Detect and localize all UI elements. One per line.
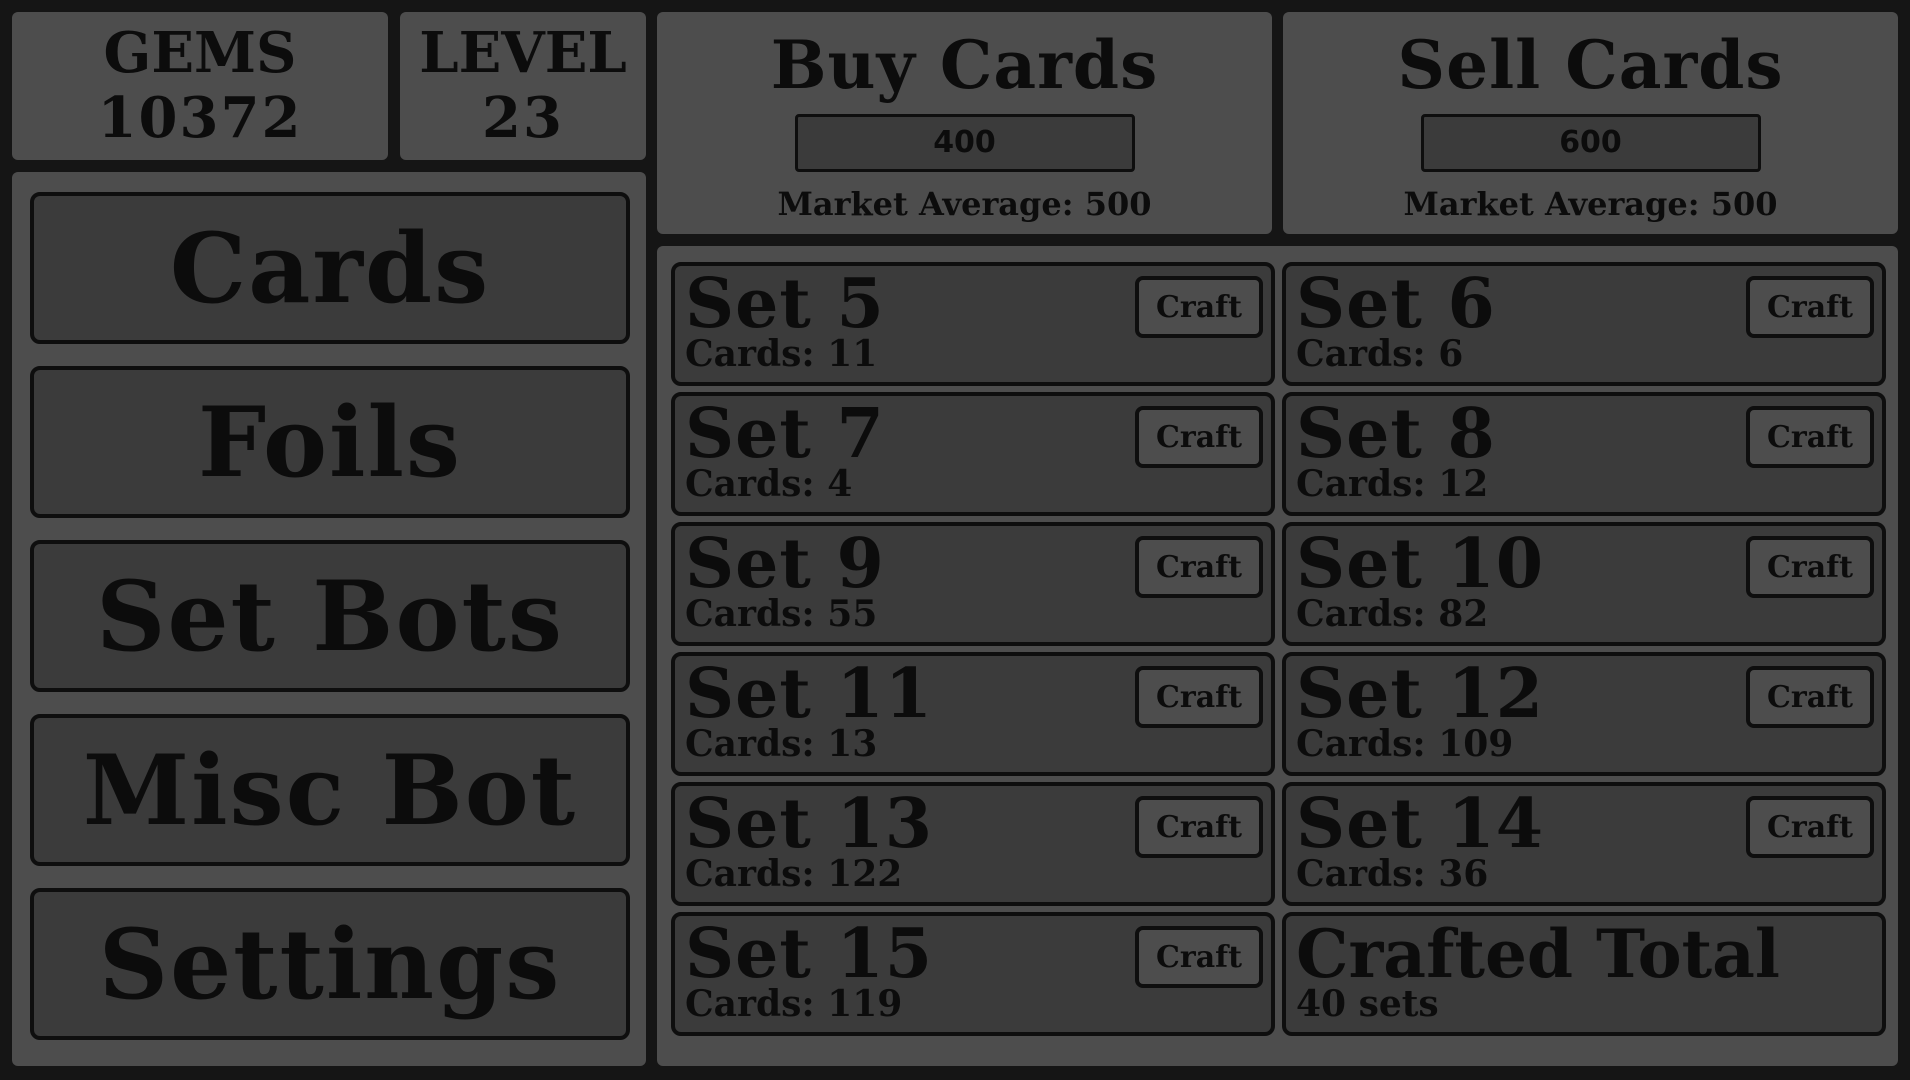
craft-button[interactable]: Craft xyxy=(1135,406,1263,468)
nav-settings-button[interactable]: Settings xyxy=(30,888,630,1040)
set-card-14: Set 14 Cards: 36 Craft xyxy=(1282,782,1886,906)
set-card-count: Cards: 36 xyxy=(1296,853,1489,895)
craft-button[interactable]: Craft xyxy=(1135,276,1263,338)
nav-misc-bot-button[interactable]: Misc Bot xyxy=(30,714,630,866)
set-name: Set 11 xyxy=(685,654,934,734)
craft-button[interactable]: Craft xyxy=(1746,406,1874,468)
sell-price-input[interactable]: 600 xyxy=(1420,114,1761,172)
crafted-total-card: Crafted Total 40 sets xyxy=(1282,912,1886,1036)
set-card-count: Cards: 4 xyxy=(685,463,853,505)
set-name: Set 13 xyxy=(685,784,934,864)
level-label: LEVEL xyxy=(419,20,627,86)
nav-set-bots-button[interactable]: Set Bots xyxy=(30,540,630,692)
set-name: Set 12 xyxy=(1296,654,1545,734)
craft-button[interactable]: Craft xyxy=(1746,796,1874,858)
set-card-5: Set 5 Cards: 11 Craft xyxy=(671,262,1275,386)
set-name: Set 5 xyxy=(685,264,885,344)
set-card-6: Set 6 Cards: 6 Craft xyxy=(1282,262,1886,386)
set-card-12: Set 12 Cards: 109 Craft xyxy=(1282,652,1886,776)
buy-market-average: Market Average: 500 xyxy=(777,185,1152,223)
set-name: Set 9 xyxy=(685,524,885,604)
craft-button[interactable]: Craft xyxy=(1135,926,1263,988)
set-name: Set 8 xyxy=(1296,394,1496,474)
set-card-8: Set 8 Cards: 12 Craft xyxy=(1282,392,1886,516)
set-card-count: Cards: 6 xyxy=(1296,333,1464,375)
nav-foils-button[interactable]: Foils xyxy=(30,366,630,518)
set-card-15: Set 15 Cards: 119 Craft xyxy=(671,912,1275,1036)
craft-button[interactable]: Craft xyxy=(1746,666,1874,728)
set-card-13: Set 13 Cards: 122 Craft xyxy=(671,782,1275,906)
nav-panel: Cards Foils Set Bots Misc Bot Settings xyxy=(12,172,646,1066)
set-name: Set 6 xyxy=(1296,264,1496,344)
sell-market-average: Market Average: 500 xyxy=(1403,185,1778,223)
gems-label: GEMS xyxy=(103,20,297,86)
set-card-count: Cards: 13 xyxy=(685,723,878,765)
set-name: Set 10 xyxy=(1296,524,1545,604)
set-card-count: Cards: 119 xyxy=(685,983,903,1025)
craft-button[interactable]: Craft xyxy=(1135,536,1263,598)
set-card-count: Cards: 109 xyxy=(1296,723,1514,765)
nav-cards-button[interactable]: Cards xyxy=(30,192,630,344)
sell-cards-panel: Sell Cards 600 Market Average: 500 xyxy=(1283,12,1898,234)
craft-button[interactable]: Craft xyxy=(1746,276,1874,338)
set-card-count: Cards: 11 xyxy=(685,333,878,375)
buy-cards-panel: Buy Cards 400 Market Average: 500 xyxy=(657,12,1272,234)
craft-button[interactable]: Craft xyxy=(1135,796,1263,858)
set-card-9: Set 9 Cards: 55 Craft xyxy=(671,522,1275,646)
set-card-11: Set 11 Cards: 13 Craft xyxy=(671,652,1275,776)
gems-panel: GEMS 10372 xyxy=(12,12,388,160)
sets-panel: Set 5 Cards: 11 Craft Set 6 Cards: 6 Cra… xyxy=(657,246,1898,1066)
craft-button[interactable]: Craft xyxy=(1746,536,1874,598)
level-panel: LEVEL 23 xyxy=(400,12,646,160)
sell-cards-title: Sell Cards xyxy=(1397,26,1784,104)
set-card-count: Cards: 12 xyxy=(1296,463,1489,505)
set-name: Set 15 xyxy=(685,914,934,994)
buy-cards-title: Buy Cards xyxy=(770,26,1159,104)
set-card-count: Cards: 82 xyxy=(1296,593,1489,635)
set-card-10: Set 10 Cards: 82 Craft xyxy=(1282,522,1886,646)
crafted-total-title: Crafted Total xyxy=(1296,915,1780,993)
gems-value: 10372 xyxy=(97,85,303,151)
craft-button[interactable]: Craft xyxy=(1135,666,1263,728)
set-name: Set 7 xyxy=(685,394,885,474)
set-card-7: Set 7 Cards: 4 Craft xyxy=(671,392,1275,516)
buy-price-input[interactable]: 400 xyxy=(794,114,1135,172)
level-value: 23 xyxy=(482,85,564,151)
set-name: Set 14 xyxy=(1296,784,1545,864)
crafted-total-value: 40 sets xyxy=(1296,983,1439,1025)
set-card-count: Cards: 122 xyxy=(685,853,903,895)
set-card-count: Cards: 55 xyxy=(685,593,878,635)
